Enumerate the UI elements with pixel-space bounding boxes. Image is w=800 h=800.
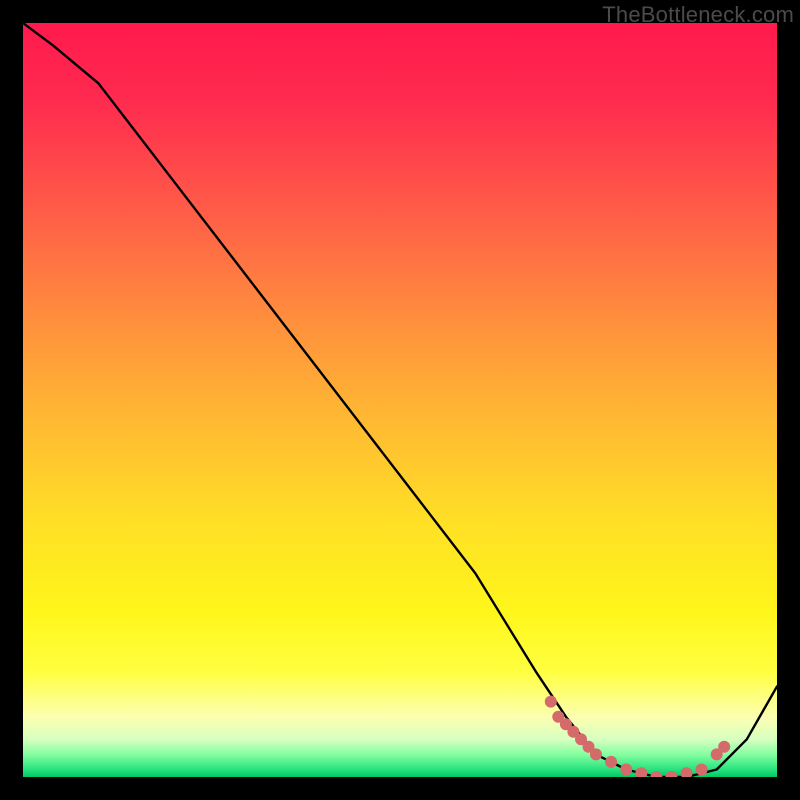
chart-frame: TheBottleneck.com bbox=[0, 0, 800, 800]
highlight-markers bbox=[545, 696, 730, 777]
plot-area bbox=[23, 23, 777, 777]
marker-dot bbox=[590, 748, 602, 760]
marker-dot bbox=[681, 767, 693, 777]
marker-dot bbox=[696, 764, 708, 776]
marker-dot bbox=[620, 764, 632, 776]
marker-dot bbox=[718, 741, 730, 753]
marker-dot bbox=[665, 771, 677, 777]
marker-dot bbox=[545, 696, 557, 708]
bottleneck-curve bbox=[23, 23, 777, 777]
marker-dot bbox=[605, 756, 617, 768]
curve-svg bbox=[23, 23, 777, 777]
watermark-text: TheBottleneck.com bbox=[602, 2, 794, 28]
marker-dot bbox=[650, 771, 662, 777]
marker-dot bbox=[635, 767, 647, 777]
